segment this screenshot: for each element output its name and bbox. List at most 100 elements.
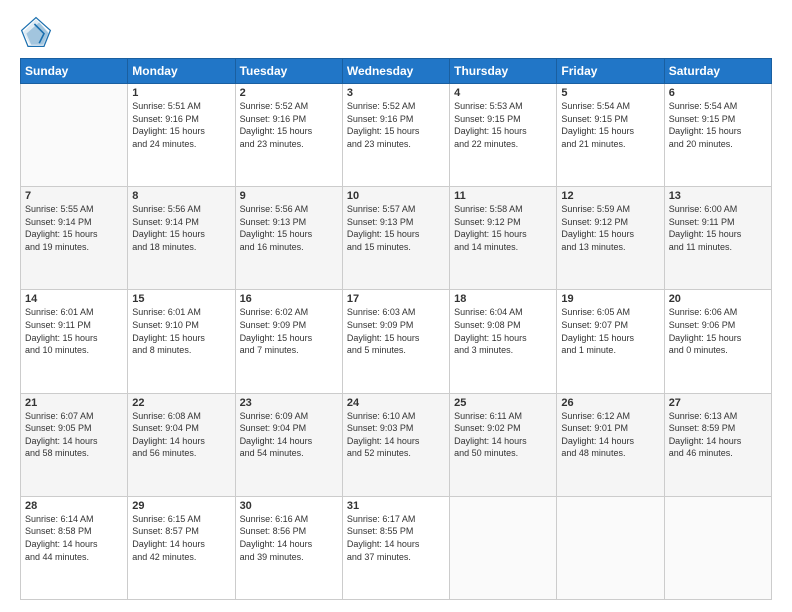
calendar-header-friday: Friday (557, 59, 664, 84)
calendar-cell: 29Sunrise: 6:15 AMSunset: 8:57 PMDayligh… (128, 496, 235, 599)
day-info: Sunrise: 6:05 AMSunset: 9:07 PMDaylight:… (561, 306, 659, 356)
day-info: Sunrise: 5:57 AMSunset: 9:13 PMDaylight:… (347, 203, 445, 253)
calendar-cell: 28Sunrise: 6:14 AMSunset: 8:58 PMDayligh… (21, 496, 128, 599)
day-info: Sunrise: 6:03 AMSunset: 9:09 PMDaylight:… (347, 306, 445, 356)
day-info: Sunrise: 6:17 AMSunset: 8:55 PMDaylight:… (347, 513, 445, 563)
day-number: 8 (132, 190, 230, 202)
calendar-cell: 6Sunrise: 5:54 AMSunset: 9:15 PMDaylight… (664, 84, 771, 187)
day-info: Sunrise: 5:56 AMSunset: 9:13 PMDaylight:… (240, 203, 338, 253)
calendar-cell: 31Sunrise: 6:17 AMSunset: 8:55 PMDayligh… (342, 496, 449, 599)
header (20, 16, 772, 48)
day-info: Sunrise: 6:04 AMSunset: 9:08 PMDaylight:… (454, 306, 552, 356)
logo-icon (20, 16, 52, 48)
day-number: 16 (240, 293, 338, 305)
calendar-cell: 22Sunrise: 6:08 AMSunset: 9:04 PMDayligh… (128, 393, 235, 496)
day-info: Sunrise: 5:52 AMSunset: 9:16 PMDaylight:… (347, 100, 445, 150)
page: SundayMondayTuesdayWednesdayThursdayFrid… (0, 0, 792, 612)
day-number: 21 (25, 397, 123, 409)
day-info: Sunrise: 5:59 AMSunset: 9:12 PMDaylight:… (561, 203, 659, 253)
day-number: 31 (347, 500, 445, 512)
day-number: 5 (561, 87, 659, 99)
calendar-cell: 10Sunrise: 5:57 AMSunset: 9:13 PMDayligh… (342, 187, 449, 290)
day-info: Sunrise: 5:58 AMSunset: 9:12 PMDaylight:… (454, 203, 552, 253)
day-number: 27 (669, 397, 767, 409)
calendar-cell: 23Sunrise: 6:09 AMSunset: 9:04 PMDayligh… (235, 393, 342, 496)
day-info: Sunrise: 6:11 AMSunset: 9:02 PMDaylight:… (454, 410, 552, 460)
day-info: Sunrise: 6:10 AMSunset: 9:03 PMDaylight:… (347, 410, 445, 460)
calendar-cell: 24Sunrise: 6:10 AMSunset: 9:03 PMDayligh… (342, 393, 449, 496)
calendar-cell: 8Sunrise: 5:56 AMSunset: 9:14 PMDaylight… (128, 187, 235, 290)
calendar-week-row-1: 1Sunrise: 5:51 AMSunset: 9:16 PMDaylight… (21, 84, 772, 187)
calendar-cell: 19Sunrise: 6:05 AMSunset: 9:07 PMDayligh… (557, 290, 664, 393)
day-number: 2 (240, 87, 338, 99)
day-info: Sunrise: 5:52 AMSunset: 9:16 PMDaylight:… (240, 100, 338, 150)
day-number: 4 (454, 87, 552, 99)
day-number: 12 (561, 190, 659, 202)
calendar-cell (450, 496, 557, 599)
day-info: Sunrise: 6:08 AMSunset: 9:04 PMDaylight:… (132, 410, 230, 460)
day-info: Sunrise: 6:09 AMSunset: 9:04 PMDaylight:… (240, 410, 338, 460)
calendar-cell: 2Sunrise: 5:52 AMSunset: 9:16 PMDaylight… (235, 84, 342, 187)
day-number: 22 (132, 397, 230, 409)
day-number: 9 (240, 190, 338, 202)
calendar-cell: 14Sunrise: 6:01 AMSunset: 9:11 PMDayligh… (21, 290, 128, 393)
day-info: Sunrise: 6:15 AMSunset: 8:57 PMDaylight:… (132, 513, 230, 563)
day-number: 20 (669, 293, 767, 305)
day-number: 14 (25, 293, 123, 305)
calendar-cell: 17Sunrise: 6:03 AMSunset: 9:09 PMDayligh… (342, 290, 449, 393)
day-number: 25 (454, 397, 552, 409)
day-number: 19 (561, 293, 659, 305)
day-number: 13 (669, 190, 767, 202)
calendar-header-thursday: Thursday (450, 59, 557, 84)
day-info: Sunrise: 6:02 AMSunset: 9:09 PMDaylight:… (240, 306, 338, 356)
calendar-cell: 12Sunrise: 5:59 AMSunset: 9:12 PMDayligh… (557, 187, 664, 290)
day-info: Sunrise: 5:56 AMSunset: 9:14 PMDaylight:… (132, 203, 230, 253)
day-info: Sunrise: 6:01 AMSunset: 9:11 PMDaylight:… (25, 306, 123, 356)
calendar-cell: 20Sunrise: 6:06 AMSunset: 9:06 PMDayligh… (664, 290, 771, 393)
day-number: 30 (240, 500, 338, 512)
day-number: 10 (347, 190, 445, 202)
calendar-week-row-4: 21Sunrise: 6:07 AMSunset: 9:05 PMDayligh… (21, 393, 772, 496)
calendar-header-saturday: Saturday (664, 59, 771, 84)
day-info: Sunrise: 6:07 AMSunset: 9:05 PMDaylight:… (25, 410, 123, 460)
day-number: 28 (25, 500, 123, 512)
day-number: 6 (669, 87, 767, 99)
day-info: Sunrise: 6:06 AMSunset: 9:06 PMDaylight:… (669, 306, 767, 356)
day-info: Sunrise: 6:16 AMSunset: 8:56 PMDaylight:… (240, 513, 338, 563)
calendar-cell: 7Sunrise: 5:55 AMSunset: 9:14 PMDaylight… (21, 187, 128, 290)
day-info: Sunrise: 6:01 AMSunset: 9:10 PMDaylight:… (132, 306, 230, 356)
day-number: 17 (347, 293, 445, 305)
day-info: Sunrise: 5:53 AMSunset: 9:15 PMDaylight:… (454, 100, 552, 150)
calendar-cell: 3Sunrise: 5:52 AMSunset: 9:16 PMDaylight… (342, 84, 449, 187)
calendar-cell: 4Sunrise: 5:53 AMSunset: 9:15 PMDaylight… (450, 84, 557, 187)
calendar-cell: 9Sunrise: 5:56 AMSunset: 9:13 PMDaylight… (235, 187, 342, 290)
day-number: 7 (25, 190, 123, 202)
day-number: 29 (132, 500, 230, 512)
calendar-header-wednesday: Wednesday (342, 59, 449, 84)
calendar-header-monday: Monday (128, 59, 235, 84)
calendar-header-sunday: Sunday (21, 59, 128, 84)
calendar-cell: 27Sunrise: 6:13 AMSunset: 8:59 PMDayligh… (664, 393, 771, 496)
calendar-cell: 5Sunrise: 5:54 AMSunset: 9:15 PMDaylight… (557, 84, 664, 187)
calendar-week-row-2: 7Sunrise: 5:55 AMSunset: 9:14 PMDaylight… (21, 187, 772, 290)
calendar-week-row-5: 28Sunrise: 6:14 AMSunset: 8:58 PMDayligh… (21, 496, 772, 599)
day-info: Sunrise: 6:14 AMSunset: 8:58 PMDaylight:… (25, 513, 123, 563)
calendar-cell: 26Sunrise: 6:12 AMSunset: 9:01 PMDayligh… (557, 393, 664, 496)
calendar-cell: 18Sunrise: 6:04 AMSunset: 9:08 PMDayligh… (450, 290, 557, 393)
calendar-table: SundayMondayTuesdayWednesdayThursdayFrid… (20, 58, 772, 600)
day-number: 26 (561, 397, 659, 409)
calendar-week-row-3: 14Sunrise: 6:01 AMSunset: 9:11 PMDayligh… (21, 290, 772, 393)
calendar-header-tuesday: Tuesday (235, 59, 342, 84)
calendar-cell (557, 496, 664, 599)
day-info: Sunrise: 5:54 AMSunset: 9:15 PMDaylight:… (561, 100, 659, 150)
day-info: Sunrise: 5:55 AMSunset: 9:14 PMDaylight:… (25, 203, 123, 253)
day-number: 1 (132, 87, 230, 99)
day-number: 18 (454, 293, 552, 305)
logo (20, 16, 56, 48)
day-info: Sunrise: 6:12 AMSunset: 9:01 PMDaylight:… (561, 410, 659, 460)
calendar-cell: 16Sunrise: 6:02 AMSunset: 9:09 PMDayligh… (235, 290, 342, 393)
day-info: Sunrise: 5:54 AMSunset: 9:15 PMDaylight:… (669, 100, 767, 150)
day-info: Sunrise: 6:00 AMSunset: 9:11 PMDaylight:… (669, 203, 767, 253)
day-number: 3 (347, 87, 445, 99)
calendar-cell (21, 84, 128, 187)
